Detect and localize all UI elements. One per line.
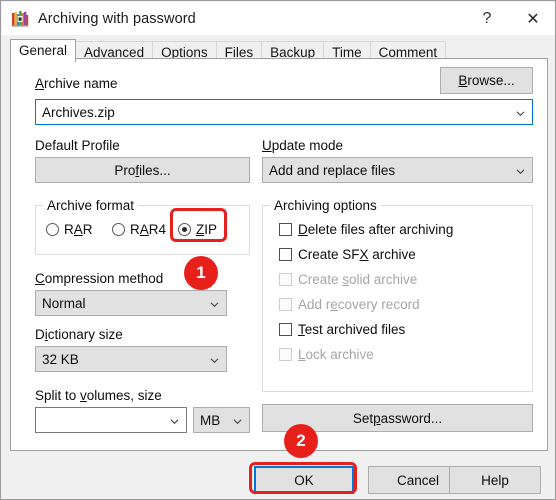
- annotation-badge-1: 1: [184, 256, 218, 290]
- update-mode-label: Update mode: [262, 138, 344, 153]
- split-volumes-input[interactable]: [35, 407, 187, 433]
- winrar-books-icon: [11, 10, 29, 28]
- checkbox-label: Create solid archive: [298, 272, 418, 287]
- title-bar-buttons: ? ✕: [464, 2, 555, 35]
- split-volumes-unit-value: MB: [200, 412, 221, 428]
- annotation-badge-2: 2: [284, 424, 318, 458]
- checkbox-label: Delete files after archiving: [298, 222, 454, 237]
- archiving-with-password-dialog: Archiving with password ? ✕ General Adva…: [0, 0, 556, 500]
- radio-indicator: [112, 223, 125, 236]
- archive-format-group-title: Archive format: [43, 198, 139, 213]
- archive-name-input[interactable]: Archives.zip: [35, 99, 533, 125]
- chevron-down-icon[interactable]: [233, 417, 242, 426]
- chevron-down-icon[interactable]: [170, 417, 179, 426]
- dialog-footer: OK Cancel Help: [2, 453, 555, 499]
- archiving-options-group-title: Archiving options: [270, 198, 381, 213]
- compression-method-value: Normal: [42, 295, 86, 311]
- checkbox-label: Create SFX archive: [298, 247, 416, 262]
- default-profile-label: Default Profile: [35, 138, 120, 153]
- dictionary-size-value: 32 KB: [42, 351, 79, 367]
- checkbox-label: Lock archive: [298, 347, 374, 362]
- radio-zip-label: ZIP: [196, 222, 218, 237]
- checkbox-indicator: [279, 323, 292, 336]
- checkbox-label: Add recovery record: [298, 297, 420, 312]
- checkbox-indicator: [279, 298, 292, 311]
- split-volumes-unit-select[interactable]: MB: [193, 407, 250, 433]
- checkbox-indicator: [279, 248, 292, 261]
- profiles-button[interactable]: Pro f iles...: [35, 157, 250, 183]
- radio-indicator: [178, 223, 191, 236]
- compression-method-label: Compression method: [35, 271, 164, 286]
- checkbox-indicator: [279, 273, 292, 286]
- chevron-down-icon[interactable]: [210, 356, 219, 365]
- radio-rar4-label: RAR4: [130, 222, 167, 237]
- radio-rar4[interactable]: RAR4: [112, 222, 166, 237]
- ok-button[interactable]: OK: [254, 466, 354, 494]
- dictionary-size-select[interactable]: 32 KB: [35, 346, 227, 372]
- browse-button[interactable]: Browse...: [440, 67, 533, 94]
- compression-method-select[interactable]: Normal: [35, 290, 227, 316]
- checkbox-create-solid-archive: Create solid archive: [279, 272, 417, 287]
- update-mode-value: Add and replace files: [269, 162, 396, 178]
- radio-zip[interactable]: ZIP: [178, 222, 217, 237]
- help-button[interactable]: Help: [449, 466, 541, 494]
- title-bar: Archiving with password ? ✕: [2, 2, 555, 35]
- update-mode-select[interactable]: Add and replace files: [262, 157, 533, 183]
- chevron-down-icon[interactable]: [516, 109, 525, 118]
- radio-rar-label: RAR: [64, 222, 93, 237]
- close-icon[interactable]: ✕: [510, 2, 555, 35]
- checkbox-add-recovery-record: Add recovery record: [279, 297, 420, 312]
- tab-general[interactable]: General: [10, 39, 77, 62]
- dictionary-size-label: Dictionary size: [35, 327, 123, 342]
- chevron-down-icon[interactable]: [210, 300, 219, 309]
- checkbox-indicator: [279, 223, 292, 236]
- checkbox-create-sfx-archive[interactable]: Create SFX archive: [279, 247, 416, 262]
- checkbox-indicator: [279, 348, 292, 361]
- radio-indicator: [46, 223, 59, 236]
- archive-name-value: Archives.zip: [42, 104, 115, 120]
- checkbox-test-archived-files[interactable]: Test archived files: [279, 322, 405, 337]
- general-tab-panel: Archive name Browse... Archives.zip Defa…: [10, 58, 548, 451]
- checkbox-lock-archive: Lock archive: [279, 347, 374, 362]
- window-title: Archiving with password: [38, 10, 196, 27]
- help-icon[interactable]: ?: [464, 2, 510, 35]
- radio-rar[interactable]: RAR: [46, 222, 93, 237]
- checkbox-label: Test archived files: [298, 322, 406, 337]
- archive-name-label: Archive name: [35, 76, 118, 91]
- checkbox-delete-files-after-archiving[interactable]: Delete files after archiving: [279, 222, 453, 237]
- chevron-down-icon[interactable]: [516, 167, 525, 176]
- split-volumes-label: Split to volumes, size: [35, 388, 162, 403]
